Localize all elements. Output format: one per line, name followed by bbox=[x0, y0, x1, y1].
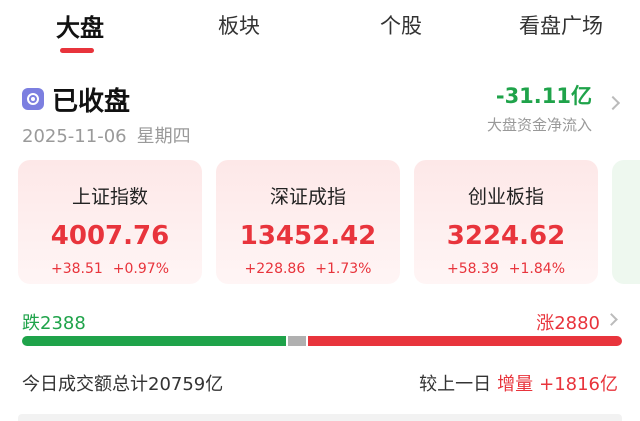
index-value: 13452.42 bbox=[239, 221, 377, 251]
decliners-label: 跌 bbox=[22, 313, 40, 334]
index-change-pct: +1.84% bbox=[508, 261, 566, 277]
index-card-shanghai[interactable]: 上证指数 4007.76 +38.51 +0.97% bbox=[18, 160, 202, 284]
index-value: 4007.76 bbox=[50, 221, 170, 251]
tab-sectors[interactable]: 板块 bbox=[218, 10, 260, 40]
section-divider bbox=[18, 414, 622, 421]
index-card-shenzhen[interactable]: 深证成指 13452.42 +228.86 +1.73% bbox=[216, 160, 400, 284]
net-inflow-link[interactable]: -31.11亿 大盘资金净流入 bbox=[487, 80, 592, 135]
tab-stocks[interactable]: 个股 bbox=[380, 10, 422, 40]
index-change-pct: +1.73% bbox=[315, 261, 372, 277]
compare-change-label: 增量 bbox=[497, 374, 534, 395]
index-change-pct: +0.97% bbox=[112, 261, 170, 277]
decliners-value: 2388 bbox=[40, 313, 86, 334]
compare-prefix: 较上一日 bbox=[419, 374, 492, 395]
weekday-text: 星期四 bbox=[136, 126, 191, 147]
decliners-count: 跌2388 bbox=[22, 309, 86, 335]
advancers-count[interactable]: 涨2880 bbox=[536, 309, 600, 335]
advancers-label: 涨 bbox=[536, 313, 555, 334]
breadth-bar-flat bbox=[288, 336, 306, 346]
index-change-row: +228.86 +1.73% bbox=[216, 261, 400, 277]
index-change-row: +58.39 +1.84% bbox=[414, 261, 598, 277]
market-closed-icon bbox=[22, 88, 44, 110]
turnover-total: 今日成交额总计20759亿 bbox=[22, 374, 224, 395]
index-value: 3224.62 bbox=[446, 221, 566, 251]
index-name: 上证指数 bbox=[71, 186, 148, 208]
advancers-value: 2880 bbox=[554, 313, 600, 334]
index-name: 深证成指 bbox=[269, 186, 346, 208]
date-text: 2025-11-06 bbox=[22, 126, 127, 147]
index-change: +58.39 bbox=[446, 261, 499, 277]
top-tab-bar: 大盘 板块 个股 看盘广场 bbox=[0, 0, 640, 62]
index-name: 创业板指 bbox=[467, 186, 544, 208]
market-date: 2025-11-06 星期四 bbox=[22, 122, 191, 148]
breadth-bar-up bbox=[308, 336, 622, 346]
tab-square[interactable]: 看盘广场 bbox=[519, 10, 603, 40]
compare-change-value: +1816亿 bbox=[539, 374, 618, 395]
tab-market[interactable]: 大盘 bbox=[56, 8, 104, 43]
index-change: +38.51 bbox=[50, 261, 103, 277]
market-status: 已收盘 bbox=[22, 82, 131, 117]
chevron-right-icon[interactable] bbox=[605, 95, 621, 111]
market-status-text: 已收盘 bbox=[52, 86, 131, 117]
breadth-bar-down bbox=[22, 336, 286, 346]
index-change: +228.86 bbox=[244, 261, 306, 277]
market-breadth-bar bbox=[22, 336, 622, 346]
turnover-compare: 较上一日 增量 +1816亿 bbox=[419, 370, 618, 396]
index-card-chinext[interactable]: 创业板指 3224.62 +58.39 +1.84% bbox=[414, 160, 598, 284]
index-card-next-peek[interactable] bbox=[612, 160, 640, 284]
net-inflow-value: -31.11亿 bbox=[495, 84, 592, 108]
net-inflow-label: 大盘资金净流入 bbox=[486, 116, 592, 134]
active-tab-indicator bbox=[60, 48, 94, 53]
chevron-right-icon[interactable] bbox=[605, 313, 618, 326]
index-change-row: +38.51 +0.97% bbox=[18, 261, 202, 277]
